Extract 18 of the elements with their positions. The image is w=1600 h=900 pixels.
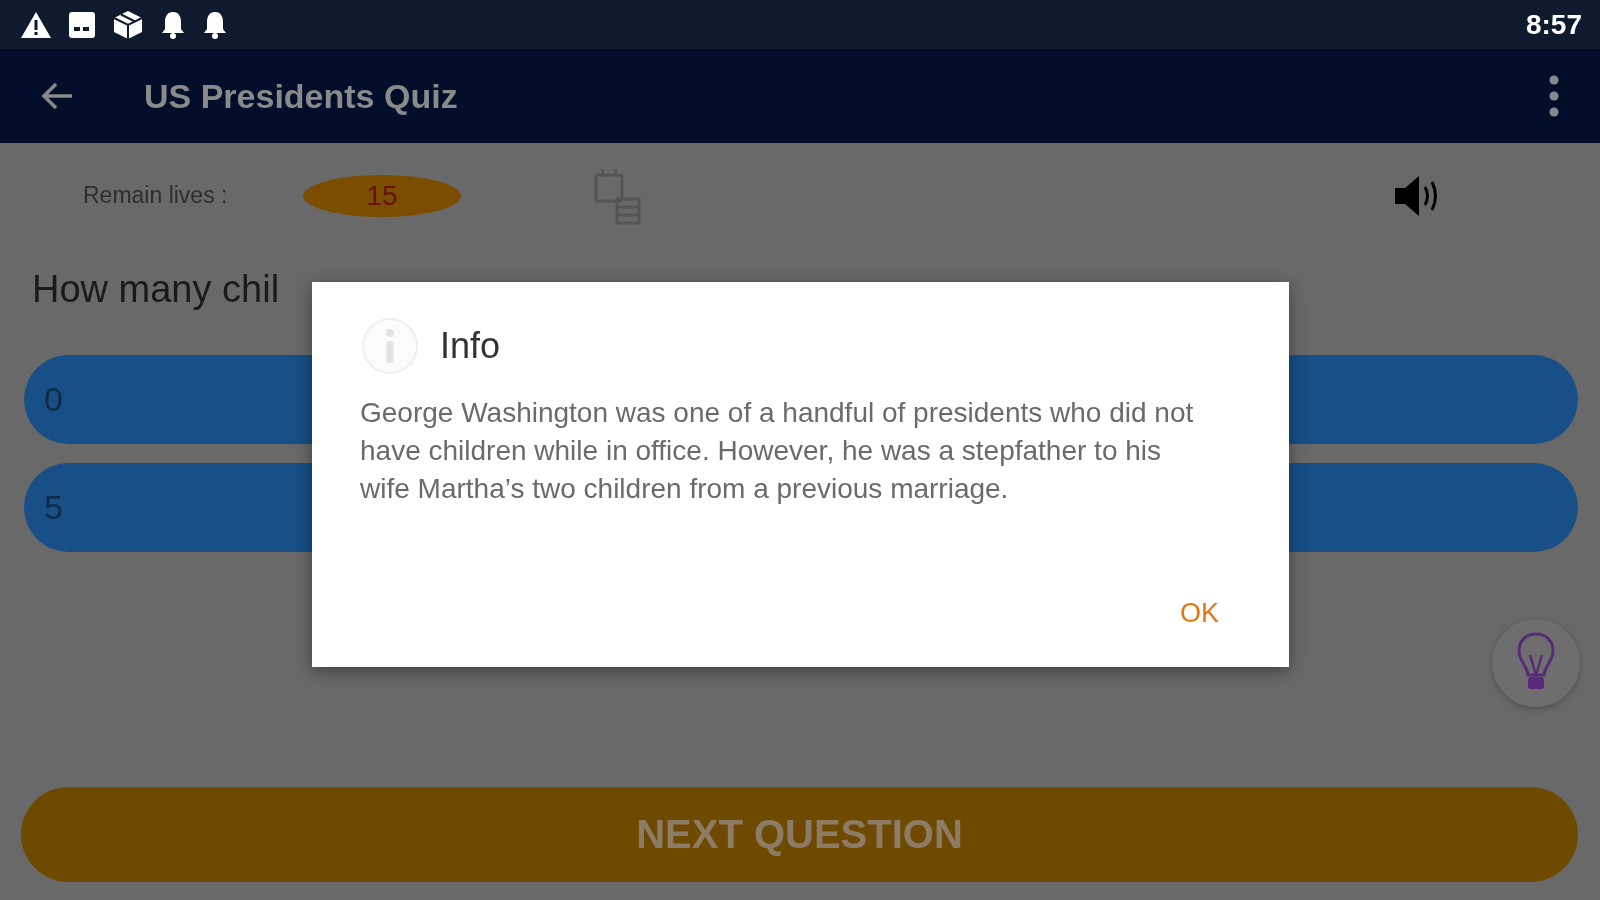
bell-icon	[160, 9, 186, 40]
app-title: US Presidents Quiz	[144, 76, 459, 116]
dialog-title: Info	[440, 325, 501, 367]
more-menu-icon[interactable]	[1548, 75, 1560, 117]
hint-button[interactable]	[1492, 619, 1580, 707]
image-icon	[68, 10, 96, 39]
dialog-message: George Washington was one of a handful of presidents who did not have children while in office. However, he was a stepfather to his wife Martha’s two children from a previous marriage.	[360, 396, 1195, 506]
bell-icon	[202, 9, 228, 40]
back-arrow-icon[interactable]	[40, 81, 74, 111]
info-icon	[360, 316, 420, 376]
lives-count: 15	[303, 174, 461, 217]
box-icon	[112, 8, 144, 41]
next-question-button[interactable]: NEXT QUESTION	[21, 787, 1578, 882]
question-text: How many chil	[32, 268, 281, 312]
warning-icon	[20, 10, 52, 39]
lives-label: Remain lives :	[83, 182, 229, 209]
clock-time: 8:57	[1525, 8, 1582, 41]
ok-button[interactable]: OK	[1180, 594, 1219, 633]
